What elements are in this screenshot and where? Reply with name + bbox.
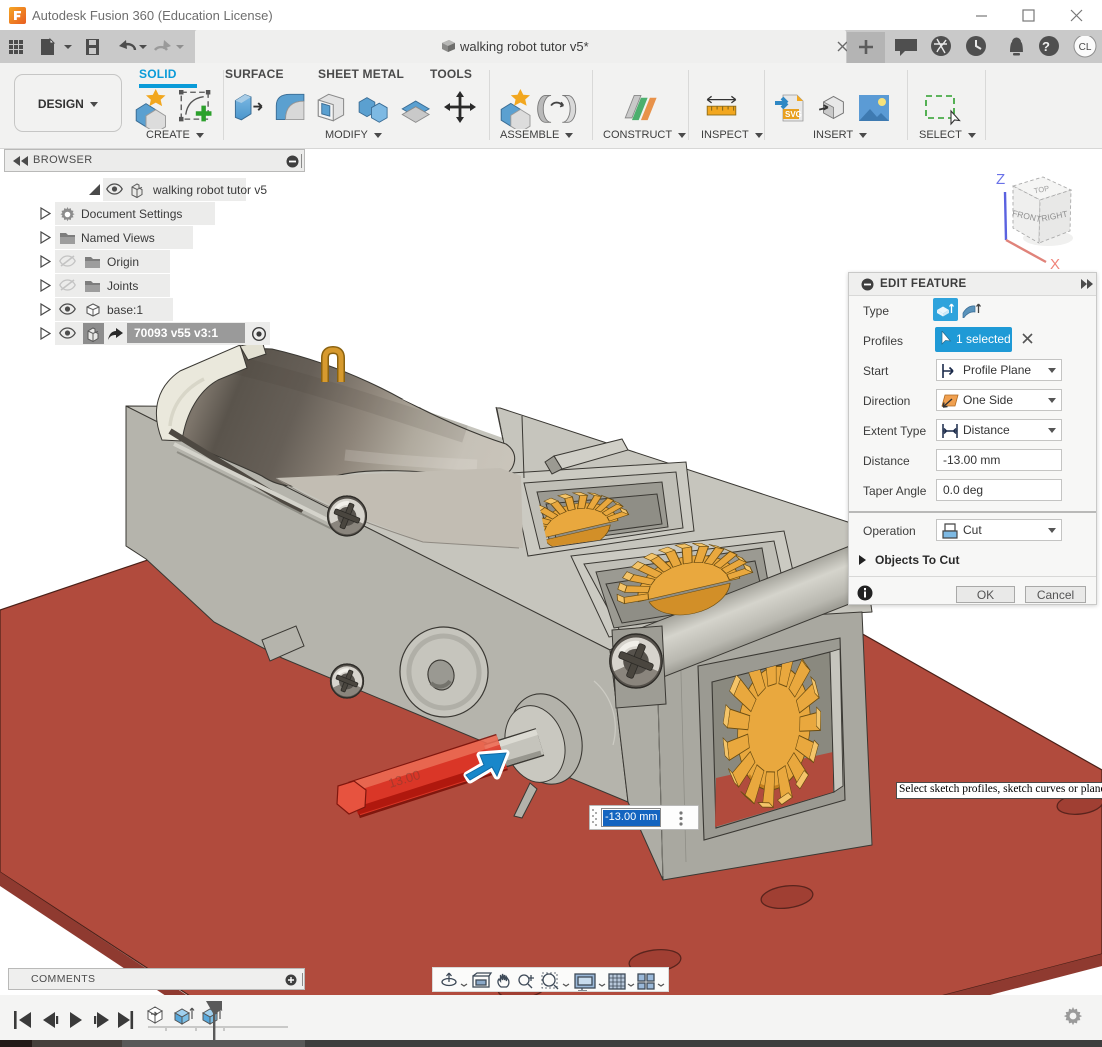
svg-text:Z: Z [996, 171, 1005, 188]
svg-text:CL: CL [1079, 42, 1092, 53]
svg-text:?: ? [1042, 39, 1050, 54]
svg-text:X: X [1050, 256, 1060, 273]
svg-text:SVG: SVG [785, 110, 802, 119]
